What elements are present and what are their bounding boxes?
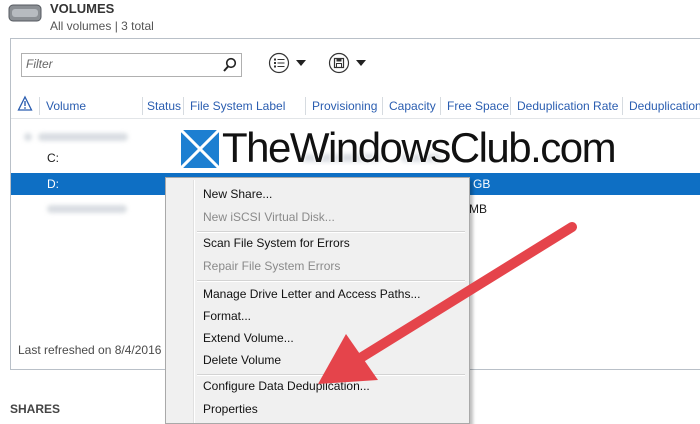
column-deduplication-rate[interactable]: Deduplication Rate (517, 94, 618, 118)
drive-icon (8, 3, 42, 23)
column-capacity[interactable]: Capacity (389, 94, 436, 118)
menu-item-manage-drive-letter[interactable]: Manage Drive Letter and Access Paths... (203, 283, 420, 305)
section-subtitle: All volumes | 3 total (50, 19, 154, 33)
filter-box[interactable] (21, 53, 242, 77)
free-space-cell: MB (469, 202, 487, 216)
windows-club-logo (179, 128, 221, 170)
volume-cell: D: (47, 177, 59, 191)
volume-cell: C: (47, 151, 59, 165)
list-view-dropdown[interactable] (268, 52, 306, 74)
chevron-down-icon (356, 60, 366, 66)
menu-item-format[interactable]: Format... (203, 305, 251, 327)
menu-item-configure-data-deduplication[interactable]: Configure Data Deduplication... (203, 375, 370, 397)
column-headers: Volume Status File System Label Provisio… (11, 94, 700, 119)
column-provisioning[interactable]: Provisioning (312, 94, 377, 118)
shares-section-title: SHARES (10, 402, 61, 416)
menu-item-delete-volume[interactable]: Delete Volume (203, 349, 281, 371)
filter-input[interactable] (22, 54, 220, 74)
list-icon (268, 52, 290, 74)
menu-item-new-iscsi-virtual-disk: New iSCSI Virtual Disk... (203, 210, 335, 224)
column-free-space[interactable]: Free Space (447, 94, 509, 118)
menu-item-scan-file-system[interactable]: Scan File System for Errors (203, 232, 350, 254)
column-volume[interactable]: Volume (46, 94, 86, 118)
chevron-down-icon (296, 60, 306, 66)
search-icon[interactable] (222, 57, 238, 73)
column-file-system-label[interactable]: File System Label (190, 94, 285, 118)
section-title: VOLUMES (50, 1, 115, 16)
menu-item-new-share[interactable]: New Share... (203, 183, 272, 205)
free-space-cell: GB (473, 177, 491, 191)
save-view-dropdown[interactable] (328, 52, 366, 74)
column-status[interactable]: Status (147, 94, 181, 118)
menu-item-properties[interactable]: Properties (203, 398, 258, 420)
column-deduplication[interactable]: Deduplication (629, 94, 700, 118)
menu-item-extend-volume[interactable]: Extend Volume... (203, 327, 294, 349)
menu-separator (197, 280, 465, 282)
warning-icon[interactable] (17, 95, 33, 119)
save-icon (328, 52, 350, 74)
watermark-text: TheWindowsClub.com (222, 124, 617, 171)
context-menu: New Share... New iSCSI Virtual Disk... S… (165, 177, 470, 424)
blurred-server-name (24, 132, 144, 142)
menu-item-repair-file-system: Repair File System Errors (203, 259, 341, 273)
last-refreshed-text: Last refreshed on 8/4/2016 (18, 343, 162, 357)
